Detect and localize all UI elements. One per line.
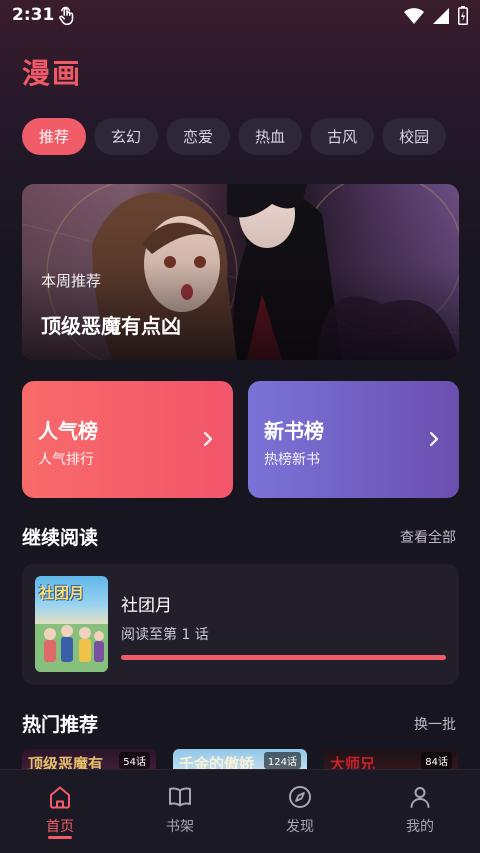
hot-recommend-title: 热门推荐: [22, 714, 99, 736]
status-time: 2:31: [12, 5, 55, 25]
reading-progress-fill: [121, 655, 446, 660]
hot-comic-title: 大师兄: [330, 755, 376, 769]
nav-discover-label: 发现: [286, 819, 314, 835]
popular-ranking-title: 人气榜: [38, 419, 98, 443]
nav-home[interactable]: 首页: [20, 784, 100, 836]
new-ranking-title: 新书榜: [264, 419, 324, 443]
category-chip-romance[interactable]: 恋爱: [166, 118, 231, 155]
episode-count-badge: 54话: [119, 752, 150, 769]
refresh-batch-link[interactable]: 换一批: [414, 714, 456, 734]
hot-comic-card[interactable]: 千金的傲娇 124话: [173, 749, 307, 769]
page-title: 漫画: [22, 57, 83, 90]
nav-home-label: 首页: [46, 819, 74, 835]
continue-reading-card[interactable]: 社团月 社团月 阅读至第 1 话: [22, 564, 459, 685]
nav-discover[interactable]: 发现: [260, 784, 340, 836]
continue-comic-title: 社团月: [121, 596, 172, 616]
hot-comic-title: 千金的傲娇: [179, 755, 255, 769]
continue-reading-title: 继续阅读: [22, 527, 99, 549]
bottom-nav: 首页 书架 发现 我的: [0, 769, 480, 853]
episode-count-badge: 124话: [263, 752, 301, 769]
nav-active-indicator: [48, 836, 72, 839]
chevron-right-icon: [429, 431, 439, 447]
view-all-link[interactable]: 查看全部: [400, 527, 456, 547]
category-tabs: 推荐 玄幻 恋爱 热血 古风 校园: [22, 118, 447, 155]
category-chip-recommend[interactable]: 推荐: [22, 118, 87, 155]
user-icon: [410, 787, 430, 808]
nav-bookshelf-label: 书架: [166, 819, 194, 835]
cover-title-text: 社团月: [39, 584, 85, 602]
reading-progress-bar: [121, 655, 446, 660]
wifi-icon: [404, 7, 424, 24]
continue-progress-text: 阅读至第 1 话: [121, 627, 209, 643]
status-bar: 2:31: [0, 0, 480, 34]
category-chip-fantasy[interactable]: 玄幻: [94, 118, 159, 155]
hot-comic-card[interactable]: 顶级恶魔有 54话: [22, 749, 156, 769]
hot-comic-card[interactable]: 大师兄 84话: [324, 749, 458, 769]
hot-comic-title: 顶级恶魔有: [28, 755, 104, 769]
popular-ranking-subtitle: 人气排行: [38, 452, 94, 468]
chevron-right-icon: [203, 431, 213, 447]
episode-count-badge: 84话: [421, 752, 452, 769]
new-ranking-card[interactable]: 新书榜 热榜新书: [248, 381, 459, 498]
signal-icon: [433, 7, 449, 24]
nav-profile-label: 我的: [406, 819, 434, 835]
comic-cover: 社团月: [35, 576, 108, 672]
touch-gesture-icon: [59, 6, 74, 26]
new-ranking-subtitle: 热榜新书: [264, 452, 320, 468]
compass-icon: [289, 786, 311, 808]
hot-comic-list: 顶级恶魔有 54话 千金的傲娇 124话 大师兄 84话: [22, 749, 459, 769]
category-chip-campus[interactable]: 校园: [382, 118, 447, 155]
battery-icon: [458, 6, 468, 25]
nav-profile[interactable]: 我的: [380, 784, 460, 836]
banner-subtitle: 本周推荐: [41, 272, 102, 290]
category-chip-ancient[interactable]: 古风: [310, 118, 375, 155]
book-icon: [169, 787, 191, 807]
popular-ranking-card[interactable]: 人气榜 人气排行: [22, 381, 233, 498]
home-icon: [50, 786, 70, 809]
featured-banner[interactable]: 本周推荐 顶级恶魔有点凶: [22, 184, 459, 360]
banner-title: 顶级恶魔有点凶: [41, 314, 181, 338]
nav-bookshelf[interactable]: 书架: [140, 784, 220, 836]
category-chip-action[interactable]: 热血: [238, 118, 303, 155]
status-icons: [404, 6, 468, 25]
